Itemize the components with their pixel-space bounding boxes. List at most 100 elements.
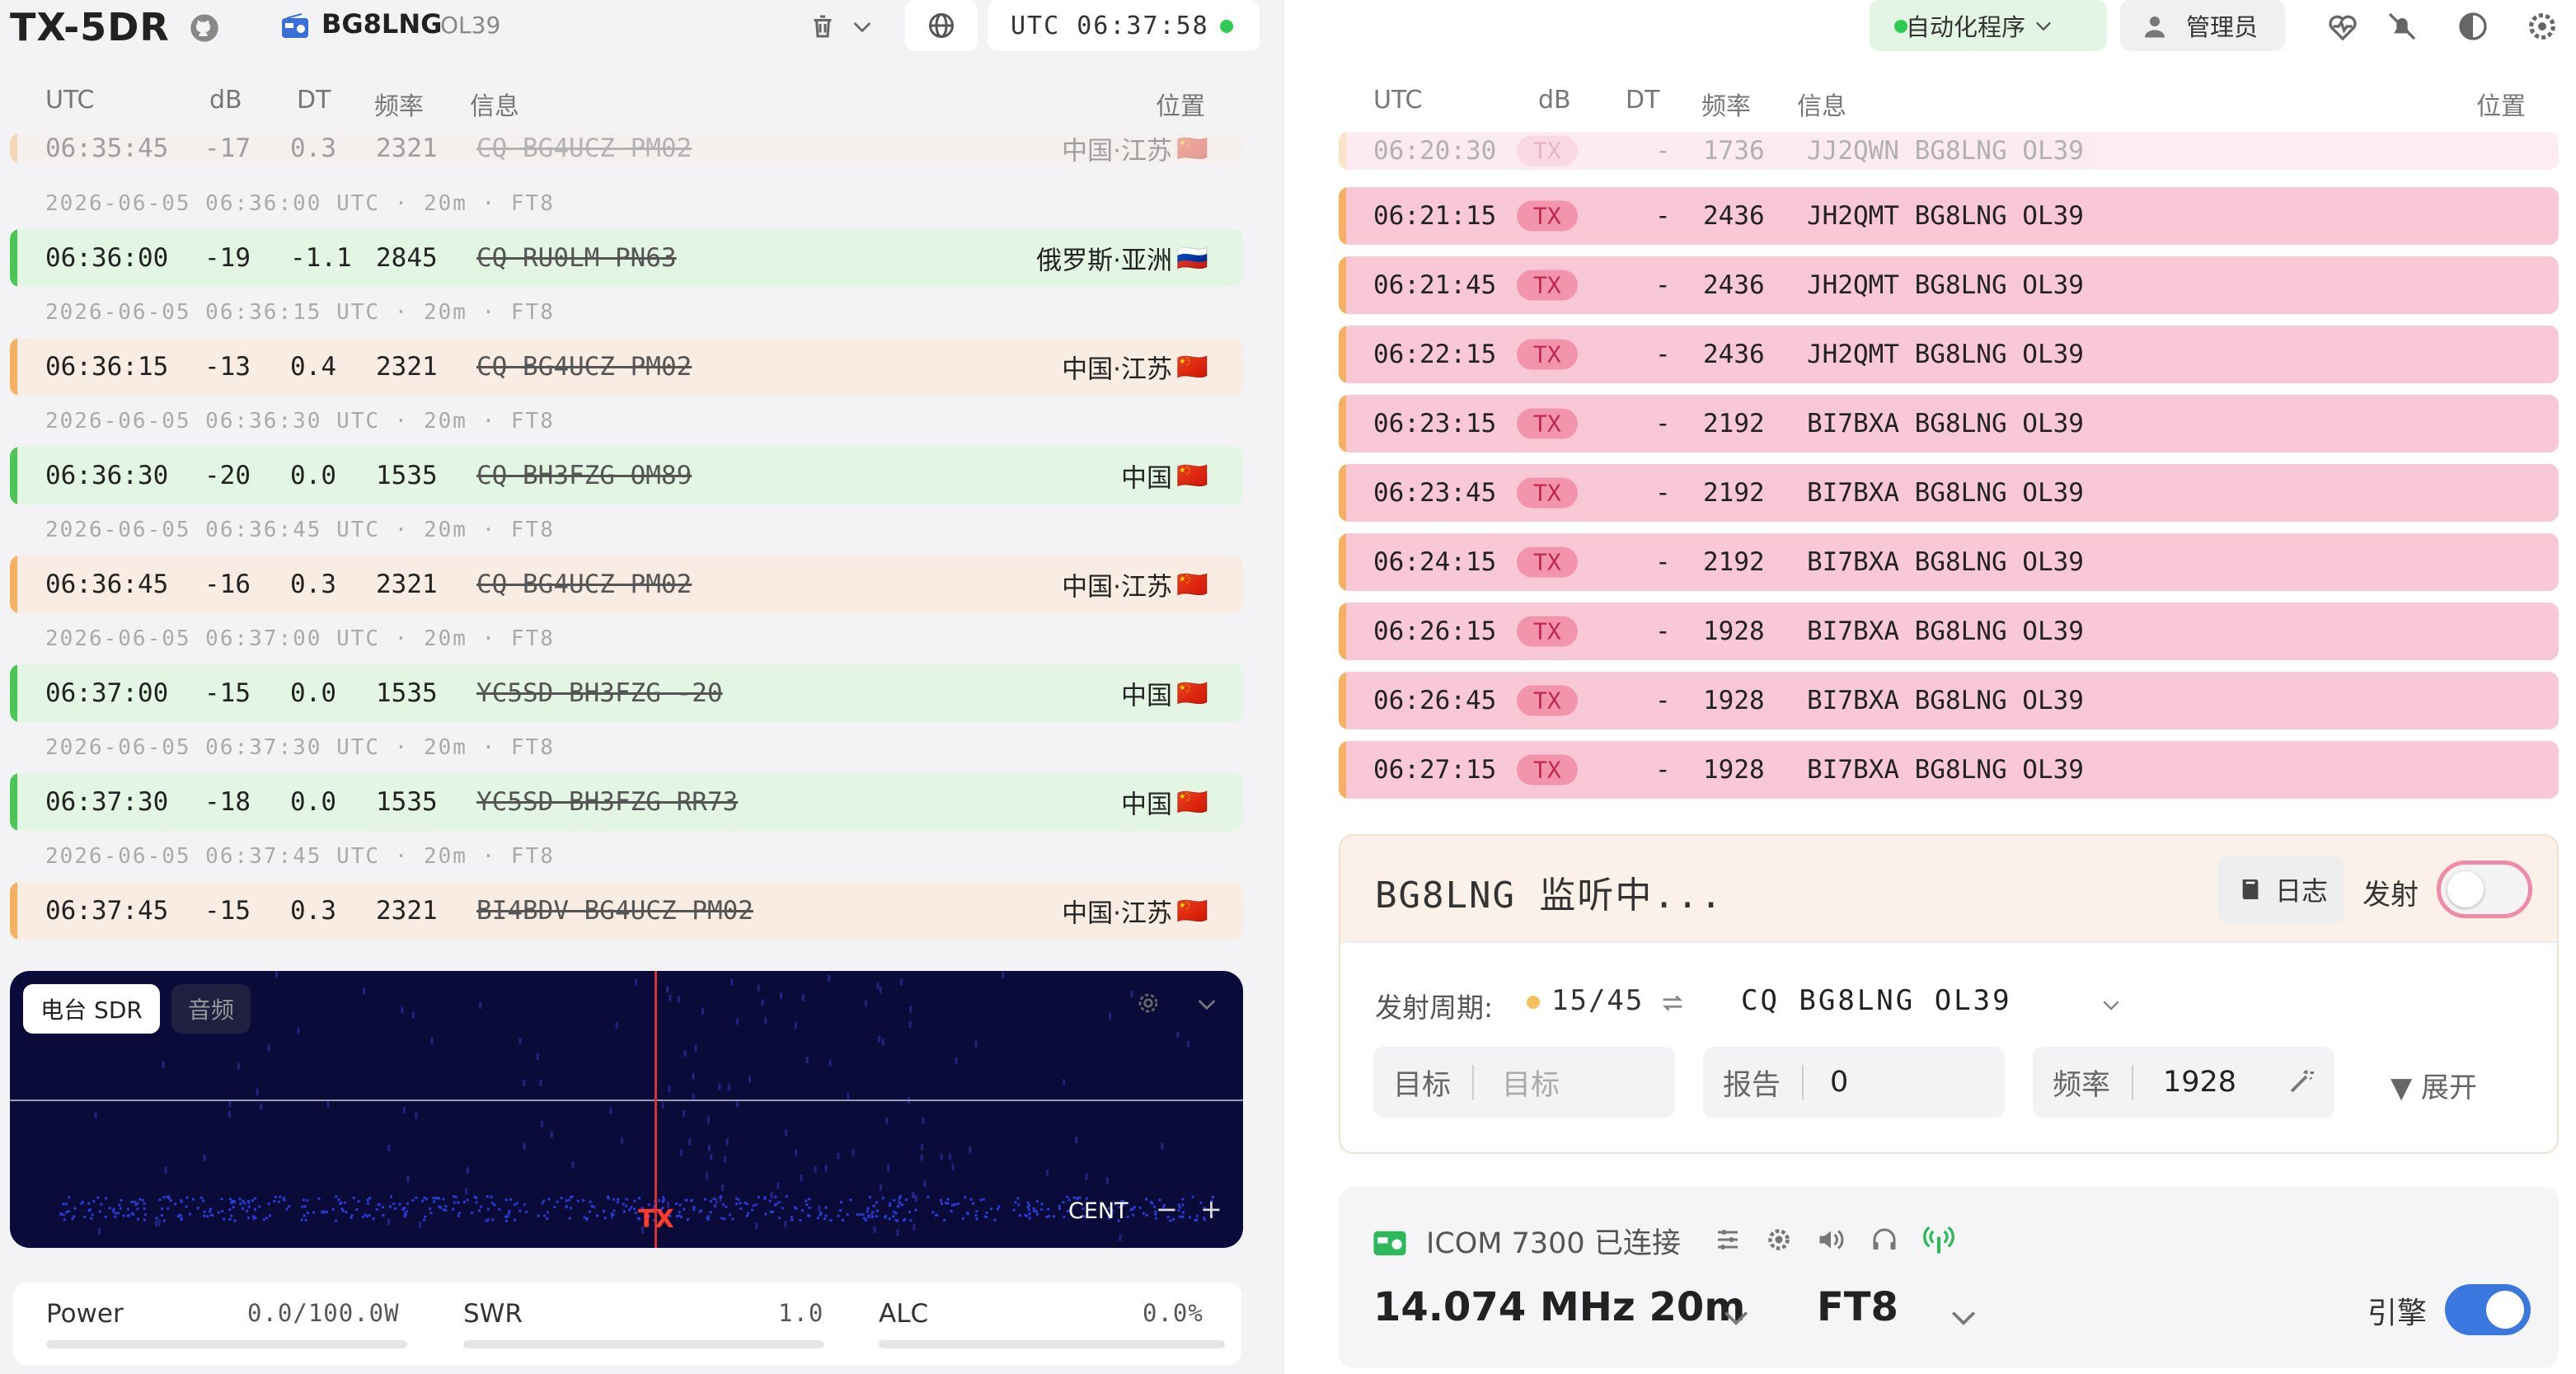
transmit-toggle[interactable] (2437, 861, 2532, 918)
zoom-in-button[interactable]: + (1200, 1193, 1222, 1225)
waterfall-pixel (913, 1223, 916, 1231)
tx-cycle-value[interactable]: 15/45 (1551, 984, 1644, 1017)
engine-toggle[interactable] (2445, 1284, 2531, 1335)
waterfall-pixel (547, 1211, 550, 1214)
language-button[interactable] (905, 0, 978, 51)
log-button[interactable]: 日志 (2217, 856, 2344, 923)
engine-toggle-knob (2486, 1291, 2524, 1329)
waterfall-pixel (692, 1073, 695, 1081)
report-field[interactable]: 报告 0 (1703, 1047, 2005, 1118)
frequency-dropdown-icon[interactable] (1718, 1299, 1754, 1335)
waterfall-pixel (774, 1195, 777, 1198)
frequency-field[interactable]: 频率 1928 (2033, 1047, 2334, 1118)
waterfall-pixel (946, 1198, 950, 1201)
frequency-input[interactable]: 1928 (2163, 1066, 2236, 1099)
decode-flag: 🇷🇺 (1176, 243, 1208, 274)
waterfall-pixel (277, 1200, 280, 1203)
waterfall-pixel (867, 1215, 870, 1218)
waterfall-pixel (866, 1207, 870, 1210)
waterfall-pixel (940, 1153, 943, 1161)
waterfall-pixel (1191, 1195, 1194, 1198)
bell-off-icon[interactable] (2386, 10, 2419, 43)
waterfall-pixel (523, 1079, 526, 1086)
decode-row[interactable]: 06:36:45 -16 0.3 2321 CQ BG4UCZ PM02 中国·江苏 🇨🇳 (10, 556, 1243, 613)
waterfall-collapse-icon[interactable] (1194, 991, 1220, 1017)
decode-row[interactable]: 06:36:30 -20 0.0 1535 CQ BH3FZG OM89 中国 🇨🇳 (10, 447, 1243, 504)
decode-row[interactable]: 06:37:30 -18 0.0 1535 YC5SD BH3FZG RR73 中国 🇨🇳 (10, 773, 1243, 831)
waterfall-pixel (710, 1153, 713, 1161)
tx-message-select[interactable]: CQ BG8LNG OL39 (1741, 984, 2012, 1017)
waterfall-pixel (1161, 1142, 1164, 1150)
decode-row[interactable]: 06:36:15 -13 0.4 2321 CQ BG4UCZ PM02 中国·江苏 🇨🇳 (10, 338, 1243, 396)
github-icon[interactable] (188, 12, 221, 45)
decode-row[interactable]: 06:37:45 -15 0.3 2321 BI4BDV BG4UCZ PM02 中国·江… (10, 882, 1243, 940)
waterfall-pixel (350, 1214, 354, 1217)
waterfall-pixel (585, 1218, 589, 1222)
tx-log-row[interactable]: 06:23:45 TX - 2192 BI7BXA BG8LNG OL39 (1339, 464, 2559, 522)
theme-toggle-icon[interactable] (2456, 10, 2489, 43)
tx-badge: TX (1517, 477, 1578, 509)
decode-row[interactable]: 06:37:00 -15 0.0 1535 YC5SD BH3FZG -20 中国 🇨🇳 (10, 664, 1243, 722)
tx-log-row[interactable]: 06:26:15 TX - 1928 BI7BXA BG8LNG OL39 (1339, 603, 2559, 660)
tx-log-row[interactable]: 06:21:45 TX - 2436 JH2QMT BG8LNG OL39 (1339, 256, 2559, 314)
sliders-icon[interactable] (1713, 1225, 1743, 1254)
waterfall-pixel (621, 1137, 624, 1145)
chevron-down-icon[interactable] (2099, 992, 2123, 1017)
decode-row[interactable]: 06:36:00 -19 -1.1 2845 CQ RU0LM PN63 俄罗斯·亚洲 🇷🇺 (10, 229, 1243, 287)
waterfall-pixel (879, 987, 882, 994)
app-title: TX-5DR (10, 5, 170, 49)
decode-row[interactable]: 06:35:45 -17 0.3 2321 CQ BG4UCZ PM02 中国·江苏 🇨🇳 (10, 134, 1243, 163)
target-label: 目标 (1393, 1068, 1452, 1102)
decode-message: YC5SD BH3FZG RR73 (476, 787, 739, 817)
trash-icon[interactable] (808, 12, 838, 41)
zoom-out-button[interactable]: − (1156, 1193, 1178, 1225)
tx-log-row[interactable]: 06:24:15 TX - 2192 BI7BXA BG8LNG OL39 (1339, 533, 2559, 591)
waterfall-pixel (612, 1209, 616, 1212)
mode-dropdown-icon[interactable] (1945, 1299, 1982, 1335)
settings-icon[interactable] (2526, 10, 2559, 43)
waterfall-pixel (73, 1207, 77, 1210)
waterfall-pixel (635, 978, 638, 986)
report-input[interactable]: 0 (1830, 1066, 1848, 1099)
tx-freq: 2436 (1703, 340, 1765, 369)
tx-db: - (1655, 686, 1671, 715)
tx-log-row[interactable]: 06:21:15 TX - 2436 JH2QMT BG8LNG OL39 (1339, 187, 2559, 245)
waterfall-panel[interactable]: 电台 SDR 音频 TX CENT − + (10, 971, 1243, 1248)
swap-icon[interactable] (1659, 989, 1687, 1017)
waterfall-pixel (262, 1218, 265, 1222)
waterfall-pixel (303, 1205, 307, 1208)
tx-log-row[interactable]: 06:20:30 TX - 1736 JJ2QWN BG8LNG OL39 (1339, 132, 2559, 170)
tab-radio-sdr[interactable]: 电台 SDR (23, 984, 160, 1034)
waterfall-pixel (921, 1143, 924, 1151)
magic-wand-icon[interactable] (2287, 1067, 2316, 1096)
tx-log-row[interactable]: 06:26:45 TX - 1928 BI7BXA BG8LNG OL39 (1339, 672, 2559, 729)
health-icon[interactable] (2326, 10, 2359, 43)
waterfall-pixel (801, 1209, 805, 1212)
radio-settings-icon[interactable] (1764, 1225, 1794, 1254)
antenna-icon[interactable] (1922, 1223, 1955, 1256)
tab-audio[interactable]: 音频 (171, 984, 251, 1034)
target-field[interactable]: 目标 目标 (1373, 1047, 1675, 1118)
tx-log-row[interactable]: 06:27:15 TX - 1928 BI7BXA BG8LNG OL39 (1339, 741, 2559, 799)
target-input[interactable]: 目标 (1502, 1062, 1560, 1104)
waterfall-pixel (94, 1112, 97, 1119)
expand-button[interactable]: ▼ 展开 (2391, 1065, 2477, 1105)
decode-db: -15 (204, 678, 251, 708)
waterfall-pixel (112, 1208, 115, 1211)
operator-panel-header: BG8LNG 监听中... 日志 发射 (1340, 836, 2557, 943)
waterfall-pixel (570, 1207, 573, 1210)
waterfall-pixel (246, 1209, 249, 1212)
volume-icon[interactable] (1815, 1225, 1846, 1254)
tx-log-row[interactable]: 06:22:15 TX - 2436 JH2QMT BG8LNG OL39 (1339, 326, 2559, 383)
tx-log-row[interactable]: 06:23:15 TX - 2192 BI7BXA BG8LNG OL39 (1339, 395, 2559, 453)
headphones-icon[interactable] (1870, 1225, 1899, 1254)
radio-mode: FT8 (1817, 1284, 1898, 1330)
center-button[interactable]: CENT (1068, 1198, 1128, 1224)
waterfall-pixel (372, 1217, 375, 1221)
waterfall-settings-icon[interactable] (1134, 989, 1162, 1017)
waterfall-pixel (658, 1198, 661, 1202)
chevron-down-icon[interactable] (849, 13, 875, 40)
swr-label: SWR (463, 1299, 523, 1329)
waterfall-pixel (160, 1207, 163, 1210)
waterfall-pixel (824, 1214, 828, 1217)
